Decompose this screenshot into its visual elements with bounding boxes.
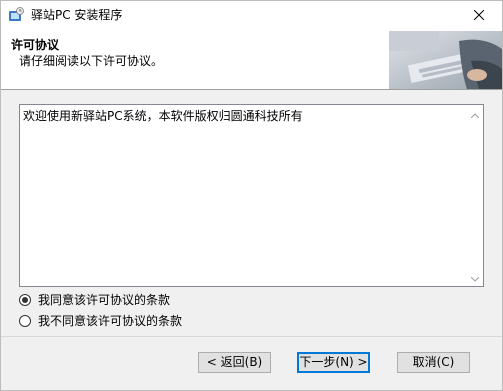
chevron-up-icon: [470, 107, 479, 121]
close-icon: [473, 9, 485, 23]
page-subtitle: 请仔细阅读以下许可协议。: [19, 54, 164, 68]
installer-window: 驿站PC 安装程序 许可协议 请仔细阅读以下许可协议。 欢迎使用新驿站PC系统，…: [0, 0, 503, 391]
license-text-area[interactable]: 欢迎使用新驿站PC系统，本软件版权归圆通科技所有: [19, 104, 484, 287]
agree-radio-indicator: [19, 294, 31, 306]
installer-app-icon: [8, 7, 24, 23]
disagree-radio[interactable]: 我不同意该许可协议的条款: [19, 313, 182, 329]
page-title: 许可协议: [11, 38, 60, 52]
title-bar: 驿站PC 安装程序: [1, 1, 502, 31]
chevron-down-icon: [470, 271, 479, 285]
next-button[interactable]: 下一步(N) >: [297, 352, 370, 373]
footer-divider: [1, 336, 502, 337]
disagree-radio-indicator: [19, 315, 31, 327]
cancel-button[interactable]: 取消(C): [397, 352, 470, 373]
agree-radio-label: 我同意该许可协议的条款: [38, 293, 171, 307]
header-banner-image: [389, 31, 502, 89]
disagree-radio-label: 我不同意该许可协议的条款: [38, 314, 183, 328]
scroll-down-button[interactable]: [466, 269, 483, 286]
license-content: 欢迎使用新驿站PC系统，本软件版权归圆通科技所有: [23, 109, 303, 123]
scroll-up-button[interactable]: [466, 105, 483, 122]
back-button[interactable]: < 返回(B): [198, 352, 271, 373]
agree-radio[interactable]: 我同意该许可协议的条款: [19, 292, 170, 308]
page-header: 许可协议 请仔细阅读以下许可协议。: [1, 31, 502, 90]
window-title: 驿站PC 安装程序: [31, 8, 123, 22]
close-button[interactable]: [456, 1, 502, 31]
license-scrollbar[interactable]: [466, 105, 483, 286]
